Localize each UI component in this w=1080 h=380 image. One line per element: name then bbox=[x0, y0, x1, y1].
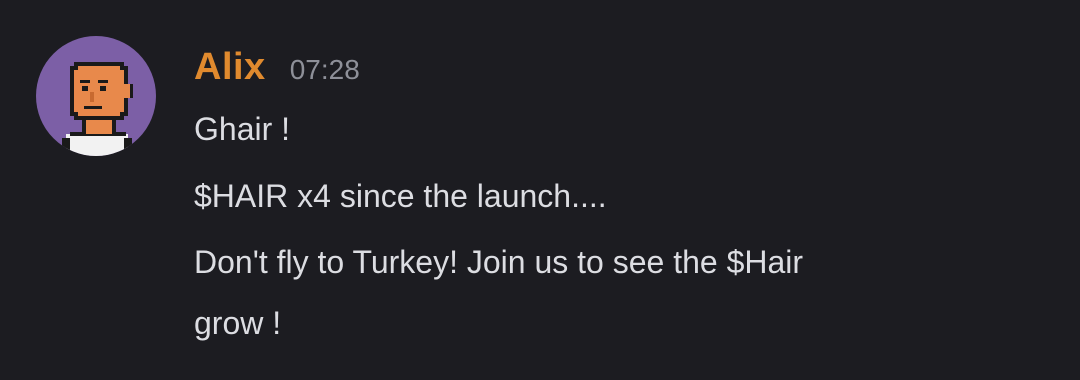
message-text-line: $HAIR x4 since the launch.... bbox=[194, 178, 607, 214]
user-avatar[interactable] bbox=[36, 36, 156, 156]
chat-message: Alix 07:28 Ghair ! $HAIR x4 since the la… bbox=[0, 0, 1080, 380]
message-text-line: Ghair ! bbox=[194, 111, 291, 147]
message-timestamp: 07:28 bbox=[289, 54, 360, 85]
message-header: Alix 07:28 bbox=[194, 46, 360, 94]
message-text-line: grow ! bbox=[194, 305, 282, 341]
pixel-art-avatar-icon bbox=[62, 62, 133, 156]
message-text-line: Don't fly to Turkey! Join us to see the … bbox=[194, 244, 804, 280]
author-name[interactable]: Alix bbox=[194, 46, 266, 89]
